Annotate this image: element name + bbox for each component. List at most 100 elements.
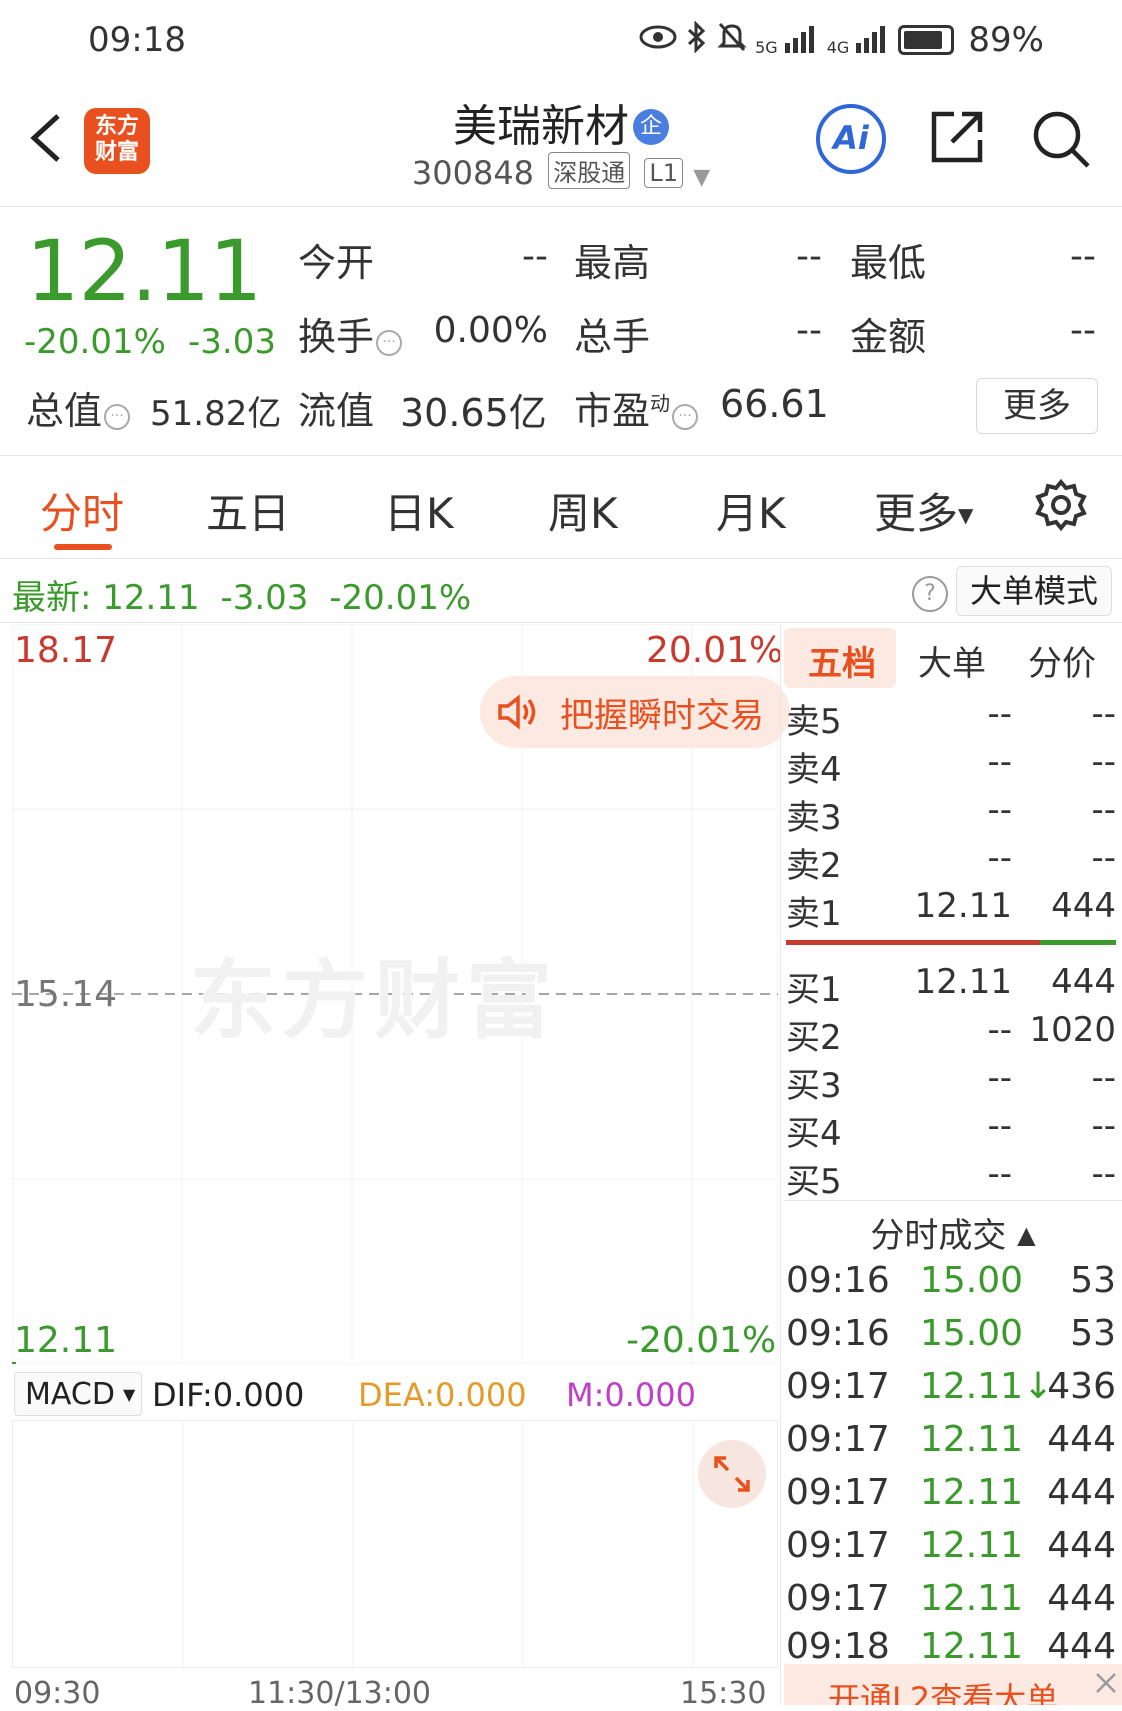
big-order-mode-button[interactable]: 大单模式 [956,566,1112,616]
close-icon[interactable] [1094,1668,1118,1703]
tick-price: 15.00 [920,1313,1024,1354]
pe-label[interactable]: 市盈动··· [574,380,699,435]
tick-price: 12.11 [920,1626,1024,1667]
share-icon[interactable] [928,108,986,166]
l2-text-clip: 开通L2查看大单 [828,1674,1090,1705]
sell-volume: -- [1091,742,1116,782]
ai-assistant-button[interactable]: Ai [816,104,886,174]
active-tab-indicator [54,544,112,550]
chart-bottom-pct: -20.01% [626,1320,777,1361]
buy-volume: 444 [1051,962,1116,1002]
pe-text: 市盈 [574,389,651,433]
tab-level5[interactable]: 五档 [808,636,876,685]
tick-row: 09:17 12.11↓ 436 [786,1366,1116,1418]
tick-volume: 53 [1070,1260,1116,1301]
bluetooth-icon [685,19,709,60]
sell-volume: 444 [1051,886,1116,926]
macd-m: M:0.000 [566,1376,696,1414]
buy-price: -- [987,1154,1012,1194]
gear-icon[interactable] [1034,478,1088,532]
tick-volume: 444 [1047,1626,1116,1667]
status-time: 09:18 [88,20,186,60]
latest-quote-row: 最新: 12.11 -3.03 -20.01% [12,570,471,619]
stock-code: 300848 [411,154,535,192]
speaker-icon [496,692,538,732]
eye-icon [639,24,677,57]
chart-bottom-price: 12.11 [14,1320,118,1361]
watermark: 东方财富 [190,951,558,1051]
sell-row: 卖1 12.11 444 [786,886,1116,934]
sell-volume: -- [1091,790,1116,830]
collapse-triangle-icon: ▲ [1017,1221,1036,1249]
tab-more[interactable]: 更多▼ [874,480,973,541]
tab-daily-k[interactable]: 日K [384,480,454,541]
sell-label: 卖1 [786,894,842,934]
buy-row: 买1 12.11 444 [786,962,1116,1010]
mute-bell-icon [717,21,747,60]
help-icon[interactable]: ? [912,576,948,612]
sell-price: -- [987,694,1012,734]
buy-price: -- [987,1106,1012,1146]
stock-name: 美瑞新材 [453,101,629,152]
macd-dea: DEA:0.000 [358,1376,527,1414]
sell-label: 卖2 [786,846,842,886]
stock-header: 东方 财富 美瑞新材企 300848 深股通 L1 ▼ Ai [0,80,1122,207]
tab-price-dist[interactable]: 分价 [1028,636,1096,685]
buy-price: -- [987,1058,1012,1098]
tab-intraday[interactable]: 分时 [40,480,124,541]
buy-volume: -- [1091,1058,1116,1098]
search-icon[interactable] [1030,108,1092,170]
buy-label: 买5 [786,1162,842,1202]
tick-volume: 53 [1070,1313,1116,1354]
tick-volume: 444 [1047,1525,1116,1566]
mktcap-label[interactable]: 总值 ··· [26,380,131,435]
ticks-header[interactable]: 分时成交 ▲ [784,1208,1122,1257]
buy-row: 买2 -- 1020 [786,1010,1116,1058]
tick-row: 09:17 12.11 444 [786,1472,1116,1524]
expand-chart-button[interactable] [698,1440,766,1508]
low-value: -- [1070,236,1096,277]
buy-row: 买5 -- -- [786,1154,1116,1202]
buy-label: 买4 [786,1114,842,1154]
macd-dif: DIF:0.000 [152,1376,305,1414]
tick-price: 12.11 [920,1419,1024,1460]
time-axis-start: 09:30 [14,1676,101,1711]
volume-label: 总手 [574,315,651,359]
tab-monthly-k[interactable]: 月K [716,480,786,541]
tab-big-orders[interactable]: 大单 [918,636,986,685]
info-dots-icon: ··· [376,330,403,356]
chart-mid-price: 15.14 [14,974,118,1015]
amount-value: -- [1070,310,1096,351]
more-quote-button[interactable]: 更多 [976,378,1098,434]
tab-five-day[interactable]: 五日 [206,480,290,541]
tick-volume: 444 [1047,1578,1116,1619]
status-icons: 5G 4G 89% [639,19,1044,60]
turnover-label[interactable]: 换手 ··· [298,306,403,361]
voice-banner-text: 把握瞬时交易 [560,696,764,734]
macd-chart[interactable] [12,1420,778,1669]
open-label: 今开 [298,241,375,285]
pe-sup: 动 [650,391,671,416]
voice-text-clip: 把握瞬时交易 [560,688,778,734]
tick-price: 12.11 [920,1472,1024,1513]
signal-5g-icon: 5G [755,25,819,56]
battery-icon [898,25,955,55]
sell-row: 卖2 -- -- [786,838,1116,886]
info-dots-icon: ··· [104,404,131,430]
tick-volume: 444 [1047,1472,1116,1513]
dropdown-triangle-icon: ▼ [958,503,974,527]
tick-volume: 444 [1047,1419,1116,1460]
time-axis-end: 15:30 [680,1676,767,1711]
float-value: 30.65亿 [400,391,547,435]
tab-weekly-k[interactable]: 周K [548,480,618,541]
sell-price: -- [987,742,1012,782]
indicator-selector[interactable]: MACD ▼ [14,1372,142,1416]
sell-ratio-bar [786,940,1040,945]
amount-label: 金额 [850,315,927,359]
buy-volume: -- [1091,1154,1116,1194]
tab-more-label: 更多 [874,489,959,538]
status-bar: 09:18 5G 4G 89% [0,0,1122,80]
divider [0,558,1122,559]
buy-row: 买3 -- -- [786,1058,1116,1106]
tick-time: 09:17 [786,1525,890,1566]
